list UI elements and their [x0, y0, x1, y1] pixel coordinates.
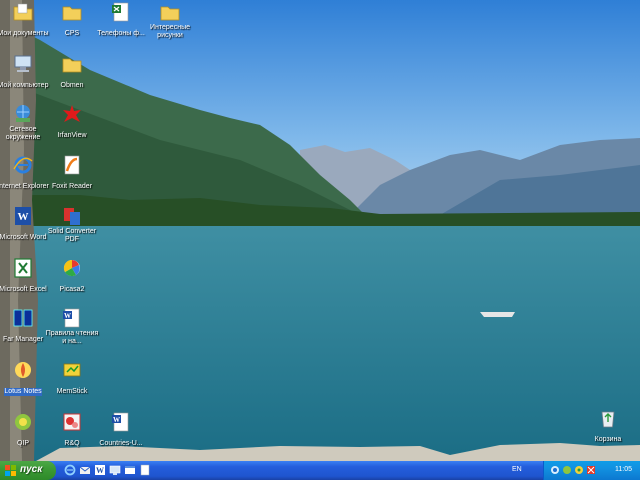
- desktop-icon-rules-document[interactable]: W Правила чтения и на...: [43, 308, 101, 356]
- icon-label: Internet Explorer: [0, 183, 49, 190]
- internet-explorer-icon[interactable]: [64, 464, 76, 476]
- svg-text:W: W: [113, 416, 120, 424]
- far-manager-icon: [13, 309, 33, 327]
- internet-explorer-icon: [13, 156, 33, 174]
- desktop-icon-interesting-pictures[interactable]: Интересные рисунки: [141, 2, 199, 50]
- folder-icon: [160, 6, 180, 21]
- start-label: пуск: [20, 464, 43, 475]
- icon-label: Lotus Notes: [4, 388, 42, 396]
- icon-label: Правила чтения и на...: [45, 330, 99, 345]
- icon-label: Picasa2: [59, 286, 85, 293]
- excel-icon: [14, 258, 32, 278]
- picasa-icon: [63, 259, 80, 277]
- desktop-icon-irfanview[interactable]: IrfanView: [43, 104, 101, 152]
- desktop[interactable]: Мои документы Мой компьютер Сетевое окру…: [0, 0, 640, 461]
- foxit-reader-icon: [64, 155, 80, 175]
- antivirus-tray-icon[interactable]: [574, 465, 584, 475]
- svg-text:W: W: [18, 211, 29, 223]
- icon-label: Countries-U...: [99, 440, 143, 447]
- desktop-icon-memstick[interactable]: MemStick: [43, 360, 101, 408]
- icon-label: QIP: [16, 440, 30, 447]
- desktop-icon-obmen[interactable]: Obmen: [43, 54, 101, 102]
- outlook-express-icon[interactable]: [79, 464, 91, 476]
- icon-label: Microsoft Excel: [0, 286, 47, 293]
- icon-label: Microsoft Word: [0, 234, 47, 241]
- network-icon: [16, 105, 30, 122]
- word-document-icon: W: [112, 412, 129, 432]
- solid-converter-icon: [64, 208, 80, 225]
- language-indicator[interactable]: EN: [512, 466, 522, 473]
- icon-label: Мои документы: [0, 30, 49, 37]
- desktop-icon-solid-converter-pdf[interactable]: Solid Converter PDF: [43, 206, 101, 254]
- start-button[interactable]: пуск: [0, 461, 56, 480]
- word-icon: W: [15, 207, 31, 225]
- irfanview-tray-icon[interactable]: [586, 465, 596, 475]
- word-icon[interactable]: W: [94, 464, 106, 476]
- windows-logo-icon: [5, 465, 16, 476]
- lotus-notes-icon: [15, 362, 31, 378]
- desktop-icon-recycle-bin[interactable]: Корзина: [579, 408, 637, 456]
- icon-label: MemStick: [56, 388, 88, 395]
- recycle-bin-icon: [601, 411, 615, 428]
- icon-label: Far Manager: [2, 336, 44, 343]
- icon-label: Мой компьютер: [0, 82, 49, 89]
- icon-label: IrfanView: [57, 132, 87, 139]
- icon-label: Корзина: [594, 436, 622, 443]
- desktop-icon-picasa2[interactable]: Picasa2: [43, 258, 101, 306]
- svg-text:W: W: [96, 466, 104, 475]
- rnq-icon: [63, 413, 81, 431]
- desktop-icon-countries-document[interactable]: W Countries-U...: [92, 412, 150, 460]
- my-computer-icon: [14, 55, 32, 72]
- icon-label: Интересные рисунки: [150, 24, 190, 39]
- window-icon[interactable]: [124, 464, 136, 476]
- icon-label: Телефоны ф...: [97, 30, 145, 37]
- document-icon[interactable]: [139, 464, 151, 476]
- qip-tray-icon[interactable]: [562, 465, 572, 475]
- system-tray: EN 11:05: [512, 461, 640, 480]
- show-desktop-icon[interactable]: [109, 464, 121, 476]
- taskbar[interactable]: пуск W EN 11:05: [0, 461, 640, 480]
- icon-label: Solid Converter PDF: [47, 228, 97, 243]
- svg-text:W: W: [64, 312, 71, 320]
- excel-file-icon: [112, 2, 129, 22]
- memstick-icon: [63, 363, 81, 377]
- folder-icon: [62, 6, 82, 21]
- qip-icon: [15, 414, 31, 430]
- word-document-icon: W: [63, 308, 80, 328]
- icon-label: Obmen: [60, 82, 84, 89]
- folder-icon: [62, 58, 82, 73]
- icon-label: CPS: [64, 30, 80, 37]
- clock[interactable]: 11:05: [615, 466, 632, 473]
- folder-documents-icon: [13, 3, 33, 21]
- desktop-icon-foxit-reader[interactable]: Foxit Reader: [43, 155, 101, 203]
- irfanview-icon: [63, 105, 81, 122]
- icon-label: Foxit Reader: [51, 183, 93, 190]
- icon-label: R&Q: [64, 440, 80, 447]
- network-tray-icon[interactable]: [550, 465, 560, 475]
